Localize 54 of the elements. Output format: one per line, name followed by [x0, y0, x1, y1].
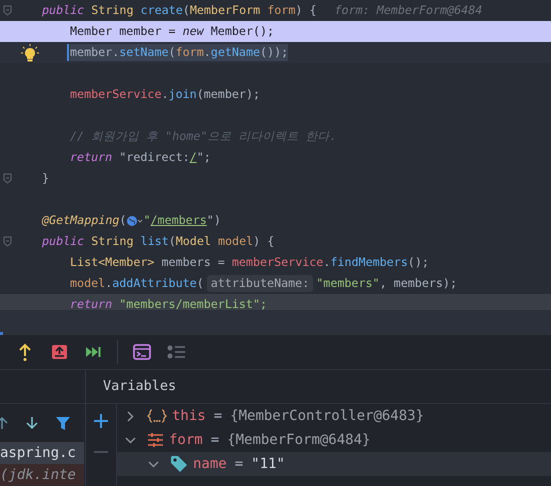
filter-button[interactable]: [56, 416, 70, 430]
code-line: public String list(Model model) {: [42, 232, 274, 250]
chevron-down-icon[interactable]: [125, 434, 136, 446]
globe-icon: [126, 214, 144, 226]
list-icon: [167, 345, 185, 359]
equals-sign: =: [214, 406, 222, 426]
code-line: }: [42, 170, 50, 187]
variable-value: {MemberController@6483}: [230, 406, 424, 426]
code-line: Member member = new Member();: [70, 22, 274, 40]
stack-frame[interactable]: (jdk.inte: [0, 464, 84, 486]
down-arrow-button[interactable]: [26, 416, 38, 430]
code-line: return "members/memberList";: [70, 296, 268, 310]
variable-name: this: [172, 406, 206, 426]
variable-value: {MemberForm@6484}: [227, 430, 370, 450]
variable-row[interactable]: this = {MemberController@6483}: [117, 404, 551, 428]
variable-row[interactable]: name = "11": [117, 452, 551, 476]
tag-icon: [170, 455, 188, 473]
variable-row[interactable]: form = {MemberForm@6484}: [117, 428, 551, 452]
code-line: List<Member> members = memberService.findMembers();: [70, 254, 429, 271]
sliders-icon: [147, 432, 164, 448]
add-icon: [94, 414, 108, 428]
stack-frame[interactable]: aspring.c: [0, 442, 84, 464]
code-line: public String create(MemberForm form) {: [42, 2, 316, 19]
fast-forward-icon: [85, 345, 101, 359]
code-comment: // 회원가입 후 "home"으로 리다이렉트 한다.: [70, 128, 337, 145]
parameter-hint: attributeName:: [206, 274, 314, 292]
down-arrow-icon: [26, 416, 38, 430]
console-icon: [133, 344, 151, 360]
variable-name: form: [169, 430, 203, 450]
variable-value: "11": [251, 454, 285, 474]
code-line: model.addAttribute(: [70, 274, 204, 292]
filter-icon: [56, 416, 70, 430]
fold-marker-icon: [3, 173, 12, 184]
variable-name: name: [193, 454, 227, 474]
code-line: return "redirect:/";: [70, 148, 211, 166]
inline-value-hint: form: MemberForm@6484: [334, 2, 482, 19]
lightbulb-icon: [21, 44, 39, 62]
step-out-icon: [17, 343, 33, 361]
equals-sign: =: [210, 430, 220, 450]
code-line: @GetMapping(: [42, 212, 126, 229]
object-icon: [147, 408, 167, 424]
panel-title: Variables: [103, 377, 176, 396]
fold-marker-icon: [3, 5, 12, 16]
equals-sign: =: [234, 454, 244, 474]
code-line: "/members"): [143, 212, 221, 229]
console-button[interactable]: [132, 341, 152, 363]
fold-marker-icon: [3, 236, 12, 247]
code-line: "members", members);: [316, 274, 457, 292]
frame-drop-icon: [50, 344, 68, 360]
chevron-down-icon[interactable]: [148, 458, 159, 470]
add-button[interactable]: [94, 414, 108, 428]
code-line: member.setName(form.getName());: [70, 44, 288, 61]
chevron-right-icon[interactable]: [125, 410, 136, 422]
code-line: memberService.join(member);: [70, 86, 260, 103]
